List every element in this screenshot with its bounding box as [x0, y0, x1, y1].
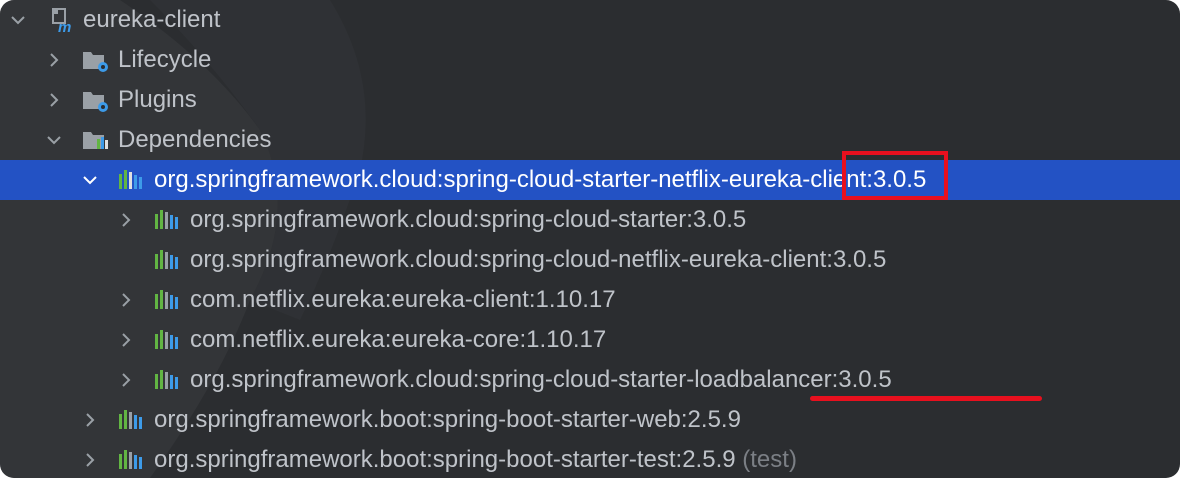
tree-row-lifecycle[interactable]: Lifecycle [0, 40, 1180, 80]
tree-row-dependency[interactable]: org.springframework.boot:spring-boot-sta… [0, 440, 1180, 478]
chevron-right-icon[interactable] [118, 212, 134, 228]
chevron-right-icon[interactable] [46, 92, 62, 108]
tree-row-dependency[interactable]: org.springframework.boot:spring-boot-sta… [0, 400, 1180, 440]
library-icon [154, 368, 180, 392]
tree-row-dependency[interactable]: com.netflix.eureka:eureka-client:1.10.17 [0, 280, 1180, 320]
library-icon [154, 208, 180, 232]
chevron-right-icon[interactable] [118, 292, 134, 308]
tree-row-dependencies[interactable]: Dependencies [0, 120, 1180, 160]
tree-row-dependency[interactable]: org.springframework.cloud:spring-cloud-s… [0, 360, 1180, 400]
tree-row-dependency-selected[interactable]: org.springframework.cloud:spring-cloud-s… [0, 160, 1180, 200]
folder-gear-icon [82, 88, 108, 112]
library-icon [154, 328, 180, 352]
library-icon [154, 248, 180, 272]
chevron-right-icon[interactable] [82, 412, 98, 428]
tree-row-label: org.springframework.cloud:spring-cloud-s… [190, 206, 747, 233]
chevron-right-icon[interactable] [82, 452, 98, 468]
maven-module-icon: m [50, 8, 76, 36]
tree-row-dependency[interactable]: org.springframework.cloud:spring-cloud-s… [0, 200, 1180, 240]
tree-row-label: org.springframework.boot:spring-boot-sta… [154, 447, 797, 473]
folder-gear-icon [82, 48, 108, 72]
svg-text:m: m [58, 19, 71, 34]
chevron-down-icon[interactable] [82, 172, 98, 188]
library-icon [118, 408, 144, 432]
tree-row-label: Lifecycle [118, 46, 212, 73]
tree-row-label: Plugins [118, 86, 197, 113]
tree-row-label: eureka-client [83, 6, 221, 33]
library-icon [154, 288, 180, 312]
library-icon [118, 168, 144, 192]
tree-row-dependency[interactable]: com.netflix.eureka:eureka-core:1.10.17 [0, 320, 1180, 360]
chevron-right-icon[interactable] [118, 372, 134, 388]
tree-row-label: com.netflix.eureka:eureka-client:1.10.17 [190, 286, 616, 313]
library-icon [118, 448, 144, 472]
dependency-scope: (test) [742, 446, 797, 473]
tree-row-label: org.springframework.cloud:spring-cloud-n… [190, 246, 887, 273]
tree-row-label: org.springframework.cloud:spring-cloud-s… [154, 166, 927, 193]
chevron-down-icon[interactable] [10, 12, 26, 28]
tree-row-label: org.springframework.cloud:spring-cloud-s… [190, 366, 892, 393]
chevron-down-icon[interactable] [46, 132, 62, 148]
maven-tool-window: m eureka-client Lifecycle Plugins Depend… [0, 0, 1180, 478]
tree-row-label: org.springframework.boot:spring-boot-sta… [154, 406, 741, 433]
tree-row-label: com.netflix.eureka:eureka-core:1.10.17 [190, 326, 607, 353]
tree-row-dependency[interactable]: org.springframework.cloud:spring-cloud-n… [0, 240, 1180, 280]
folder-library-icon [82, 128, 108, 152]
tree-row-label: Dependencies [118, 126, 272, 153]
chevron-right-icon[interactable] [118, 332, 134, 348]
tree-row-plugins[interactable]: Plugins [0, 80, 1180, 120]
chevron-right-icon[interactable] [46, 52, 62, 68]
tree-row-root[interactable]: m eureka-client [0, 0, 1180, 40]
dependency-coordinates: org.springframework.boot:spring-boot-sta… [154, 446, 736, 473]
